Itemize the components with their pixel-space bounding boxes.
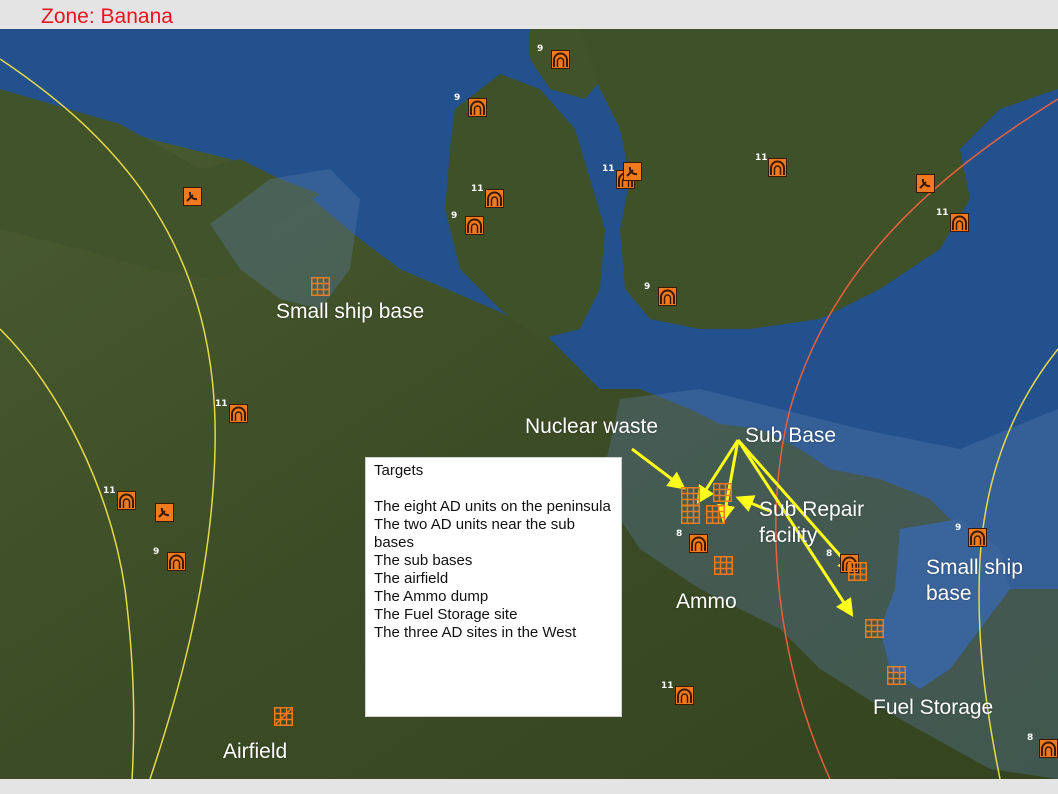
sam-site-icon[interactable] [485,189,504,208]
label-fuel-storage: Fuel Storage [873,696,994,719]
unit-number: 9 [153,547,160,557]
facility-grid-icon[interactable] [681,505,700,524]
target-item: The two AD units near the sub bases [374,516,575,551]
facility-grid-icon[interactable] [865,619,884,638]
facility-grid-icon[interactable] [311,277,330,296]
sam-site-icon[interactable] [768,158,787,177]
sam-site-icon[interactable] [950,213,969,232]
unit-number: 9 [454,93,461,103]
facility-grid-icon[interactable] [681,487,700,506]
unit-number: 11 [215,399,228,409]
label-sub-repair-1: Sub Repair [759,498,865,521]
sam-site-icon[interactable] [658,287,677,306]
facility-grid-icon[interactable] [848,562,867,581]
sam-site-icon[interactable] [468,98,487,117]
facility-grid-icon[interactable] [706,505,725,524]
target-item: The Ammo dump [374,588,489,605]
sam-site-icon[interactable] [465,216,484,235]
target-item: The eight AD units on the peninsula [374,498,611,515]
sam-site-icon[interactable] [551,50,570,69]
target-item: The Fuel Storage site [374,606,518,623]
sam-site-icon[interactable] [117,491,136,510]
unit-number: 11 [602,164,615,174]
unit-number: 9 [537,44,544,54]
targets-title: Targets [374,462,424,479]
unit-number: 11 [471,184,484,194]
unit-number: 9 [644,282,651,292]
sam-site-icon[interactable] [689,534,708,553]
target-item: The airfield [374,570,449,587]
sam-site-icon[interactable] [968,528,987,547]
facility-grid-icon[interactable] [713,483,732,502]
airfield-icon[interactable] [274,707,293,726]
page: Zone: Banana Small ship base Nuclear was… [0,0,1058,794]
label-small-ship-base-east-2: base [926,582,972,605]
unit-number: 11 [936,208,949,218]
target-item: The sub bases [374,552,473,569]
sam-site-icon[interactable] [167,552,186,571]
target-item: The three AD sites in the West [374,624,577,641]
unit-number: 9 [451,211,458,221]
radar-icon[interactable] [623,162,642,181]
label-ammo: Ammo [676,590,737,613]
sam-site-icon[interactable] [229,404,248,423]
label-small-ship-base-east-1: Small ship [926,556,1023,579]
label-airfield: Airfield [223,740,288,763]
radar-icon[interactable] [916,174,935,193]
unit-number: 11 [755,153,768,163]
label-sub-base: Sub Base [745,424,837,447]
sam-site-icon[interactable] [1039,739,1058,758]
label-small-ship-base-west: Small ship base [276,300,425,323]
zone-title: Zone: Banana [41,5,173,28]
label-sub-repair-2: facility [759,524,818,547]
facility-grid-icon[interactable] [887,666,906,685]
radar-icon[interactable] [183,187,202,206]
unit-number: 8 [676,529,683,539]
sam-site-icon[interactable] [675,686,694,705]
unit-number: 8 [826,549,833,559]
facility-grid-icon[interactable] [714,556,733,575]
unit-number: 8 [1027,733,1034,743]
unit-number: 11 [103,486,116,496]
label-nuclear-waste: Nuclear waste [525,415,659,438]
radar-icon[interactable] [155,503,174,522]
unit-number: 11 [661,681,674,691]
targets-panel: Targets The eight AD units on the penins… [365,457,622,717]
unit-number: 9 [955,523,962,533]
